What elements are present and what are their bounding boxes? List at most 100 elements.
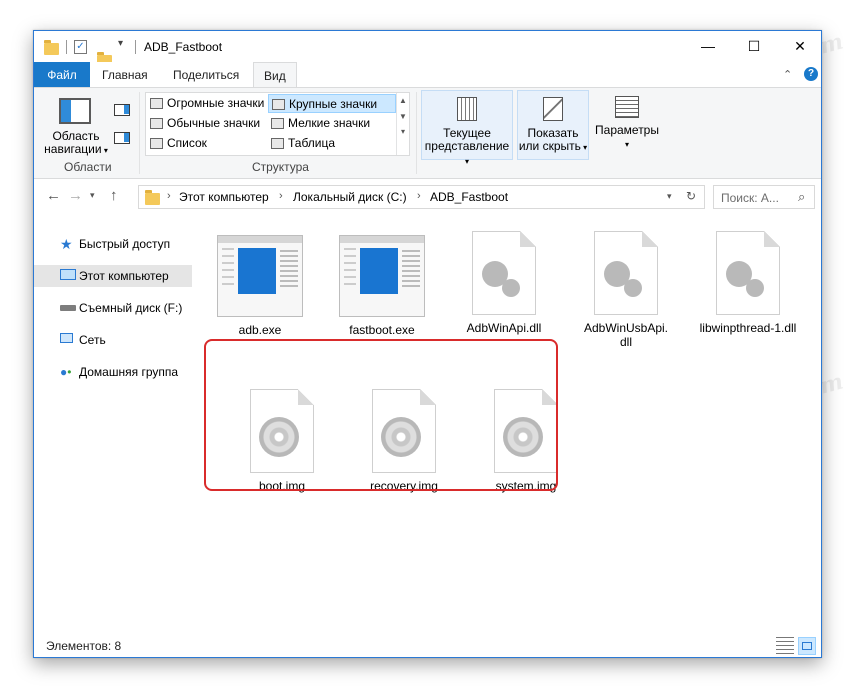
layout-details[interactable]: Таблица (268, 134, 396, 153)
navigation-pane-button[interactable]: Область навигации ▾ (42, 130, 110, 157)
network-icon (60, 333, 73, 343)
dll-gear-icon (594, 231, 658, 315)
recent-chevron-icon[interactable]: ▾ (90, 190, 95, 201)
extra-large-icons-icon (150, 98, 163, 109)
address-dropdown-icon[interactable]: ▾ (667, 191, 672, 202)
current-view-button[interactable]: Текущее представление ▾ (421, 90, 513, 166)
chevron-down-icon: ▾ (101, 146, 108, 155)
layout-label: Список (167, 136, 207, 150)
list-icon (150, 138, 163, 149)
nav-item-label: Сеть (79, 333, 106, 347)
tab-share[interactable]: Поделиться (163, 62, 249, 88)
details-pane-icon[interactable] (114, 132, 130, 144)
search-icon[interactable]: ⌕ (798, 189, 805, 205)
show-hide-icon (543, 97, 563, 121)
gallery-scroll[interactable]: ▲ ▼ ▾ (396, 93, 409, 155)
search-input[interactable]: Поиск: A... ⌕ (713, 185, 815, 209)
minimize-button[interactable]: — (685, 31, 731, 62)
file-item[interactable]: AdbWinUsbApi.dll (570, 231, 682, 349)
current-view-label: представление (424, 139, 510, 153)
window-title: ADB_Fastboot (144, 40, 223, 54)
layout-medium[interactable]: Обычные значки (147, 114, 267, 133)
options-icon (615, 96, 639, 118)
properties-icon[interactable]: ✓ (74, 40, 87, 54)
breadcrumb-item[interactable]: ADB_Fastboot (430, 190, 508, 204)
search-placeholder: Поиск: A... (721, 191, 779, 205)
highlight-box (204, 339, 558, 491)
layout-label: Мелкие значки (288, 116, 371, 130)
close-button[interactable]: ✕ (777, 31, 823, 62)
collapse-ribbon-icon[interactable]: ⌃ (783, 68, 792, 81)
options-label: Параметры (595, 123, 659, 137)
tab-view[interactable]: Вид (253, 62, 297, 88)
folder-icon (44, 40, 59, 55)
current-view-icon (457, 97, 477, 121)
refresh-icon[interactable]: ↻ (686, 189, 696, 203)
nav-item-quick-access[interactable]: ★ Быстрый доступ (34, 233, 192, 255)
ribbon: Область навигации ▾ Области Огромные зна… (34, 87, 821, 179)
back-icon[interactable]: ← (46, 187, 61, 204)
nav-item-this-pc[interactable]: Этот компьютер (34, 265, 192, 287)
computer-icon (60, 269, 76, 280)
maximize-button[interactable]: ☐ (731, 31, 777, 62)
chevron-down-icon[interactable]: ▼ (397, 112, 409, 121)
chevron-down-icon: ▾ (464, 157, 469, 166)
forward-icon[interactable]: → (68, 187, 83, 204)
address-row: ← → ▾ ↑ › Этот компьютер › Локальный дис… (34, 181, 821, 213)
divider (66, 40, 67, 54)
chevron-right-icon[interactable]: › (417, 190, 421, 202)
divider (135, 40, 136, 54)
layout-large[interactable]: Крупные значки (268, 94, 396, 113)
options-button[interactable]: Параметры ▾ (592, 90, 662, 160)
layout-list[interactable]: Список (147, 134, 267, 153)
details-view-icon[interactable] (776, 637, 794, 655)
show-hide-label: Показать (527, 126, 579, 140)
help-icon[interactable]: ? (804, 67, 818, 81)
show-hide-button[interactable]: Показать или скрыть ▾ (517, 90, 589, 160)
item-count: Элементов: 8 (46, 639, 122, 653)
file-item[interactable]: adb.exe (204, 235, 316, 337)
tab-home[interactable]: Главная (92, 62, 158, 88)
navigation-pane: ★ Быстрый доступ Этот компьютер Съемный … (34, 215, 194, 625)
layout-label: Таблица (288, 136, 336, 150)
preview-pane-icon[interactable] (114, 104, 130, 116)
drive-icon (60, 305, 76, 311)
tab-file[interactable]: Файл (34, 62, 90, 88)
ribbon-tabs: Файл Главная Поделиться Вид ⌃ ? (34, 62, 821, 88)
exe-icon (339, 235, 425, 317)
layout-label: Крупные значки (289, 97, 378, 111)
exe-icon (217, 235, 303, 317)
chevron-down-icon: ▾ (580, 143, 588, 152)
layout-small[interactable]: Мелкие значки (268, 114, 396, 133)
homegroup-icon: ●• (60, 365, 72, 379)
structure-group-label: Структура (252, 160, 309, 174)
file-name: AdbWinApi.dll (466, 321, 542, 335)
nav-item-removable-drive[interactable]: Съемный диск (F:) (34, 297, 192, 319)
layout-label: Огромные значки (167, 96, 265, 110)
file-name: AdbWinUsbApi.dll (583, 321, 669, 349)
file-item[interactable]: AdbWinApi.dll (448, 231, 560, 335)
show-hide-label: или скрыть (518, 139, 581, 153)
nav-item-label: Съемный диск (F:) (79, 301, 183, 315)
layout-extra-large[interactable]: Огромные значки (147, 94, 267, 113)
chevron-right-icon[interactable]: › (167, 190, 171, 202)
breadcrumb-item[interactable]: Локальный диск (C:) (293, 190, 407, 204)
address-bar[interactable]: › Этот компьютер › Локальный диск (C:) ›… (138, 185, 705, 209)
small-icons-icon (271, 118, 284, 129)
chevron-down-icon: ▾ (624, 140, 629, 149)
customize-quick-access-icon[interactable]: ▾ (118, 38, 123, 56)
expand-gallery-icon[interactable]: ▾ (397, 127, 409, 136)
file-item[interactable]: libwinpthread-1.dll (692, 231, 804, 335)
chevron-up-icon[interactable]: ▲ (397, 96, 409, 105)
chevron-right-icon[interactable]: › (279, 190, 283, 202)
nav-item-homegroup[interactable]: ●• Домашняя группа (34, 361, 192, 383)
file-item[interactable]: fastboot.exe (326, 235, 438, 337)
breadcrumb-item[interactable]: Этот компьютер (179, 190, 269, 204)
details-icon (271, 138, 284, 149)
nav-item-network[interactable]: Сеть (34, 329, 192, 351)
large-icons-view-icon[interactable] (798, 637, 816, 655)
medium-icons-icon (150, 118, 163, 129)
status-bar: Элементов: 8 (34, 635, 821, 657)
up-icon[interactable]: ↑ (110, 187, 118, 204)
dll-gear-icon (716, 231, 780, 315)
